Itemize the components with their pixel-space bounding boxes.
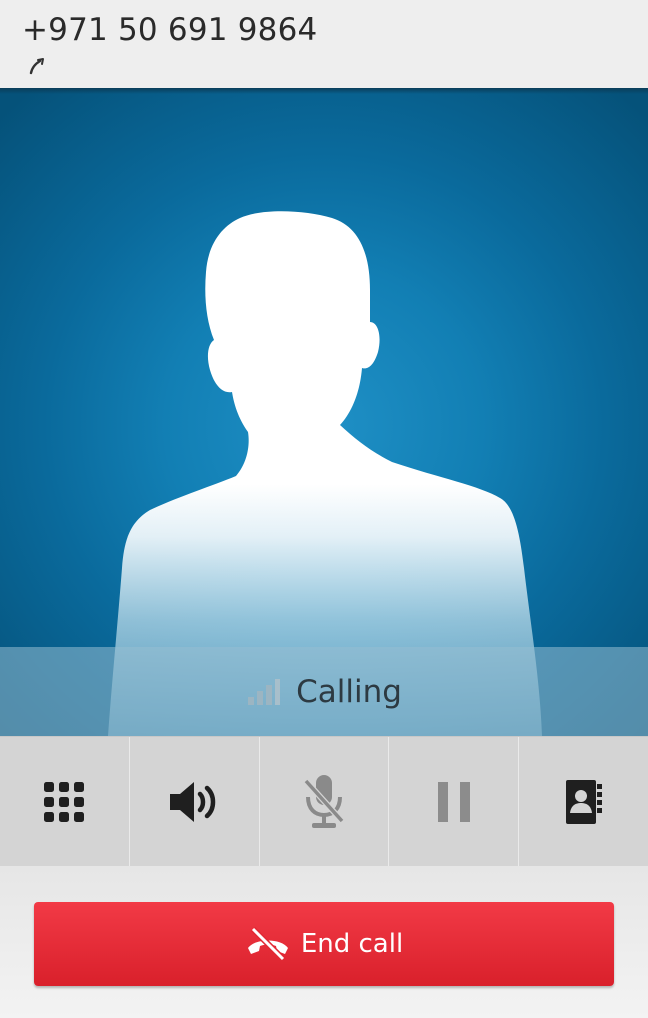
speaker-icon [170, 782, 216, 822]
contact-photo [0, 88, 648, 736]
call-header: +971 50 691 9864 [0, 0, 648, 88]
signal-strength-icon [248, 678, 281, 705]
end-call-button[interactable]: End call [34, 902, 614, 986]
mute-button[interactable] [259, 737, 390, 867]
outgoing-call-icon [29, 58, 44, 75]
dialpad-icon [44, 782, 85, 822]
end-call-label: End call [300, 929, 404, 959]
speaker-button[interactable] [129, 737, 260, 867]
contacts-book-icon [565, 780, 602, 824]
end-call-icon [247, 926, 288, 962]
pause-icon [437, 782, 470, 822]
hold-button[interactable] [389, 737, 520, 867]
microphone-muted-icon [303, 775, 345, 828]
caller-number: +971 50 691 9864 [22, 12, 318, 48]
call-controls [0, 736, 648, 867]
footer: End call [0, 866, 648, 1018]
person-silhouette-icon [108, 211, 542, 736]
call-status-bar: Calling [0, 647, 648, 736]
dialpad-button[interactable] [0, 737, 130, 867]
call-status-label: Calling [296, 673, 402, 710]
contacts-button[interactable] [519, 737, 648, 867]
header-shadow [0, 88, 648, 94]
